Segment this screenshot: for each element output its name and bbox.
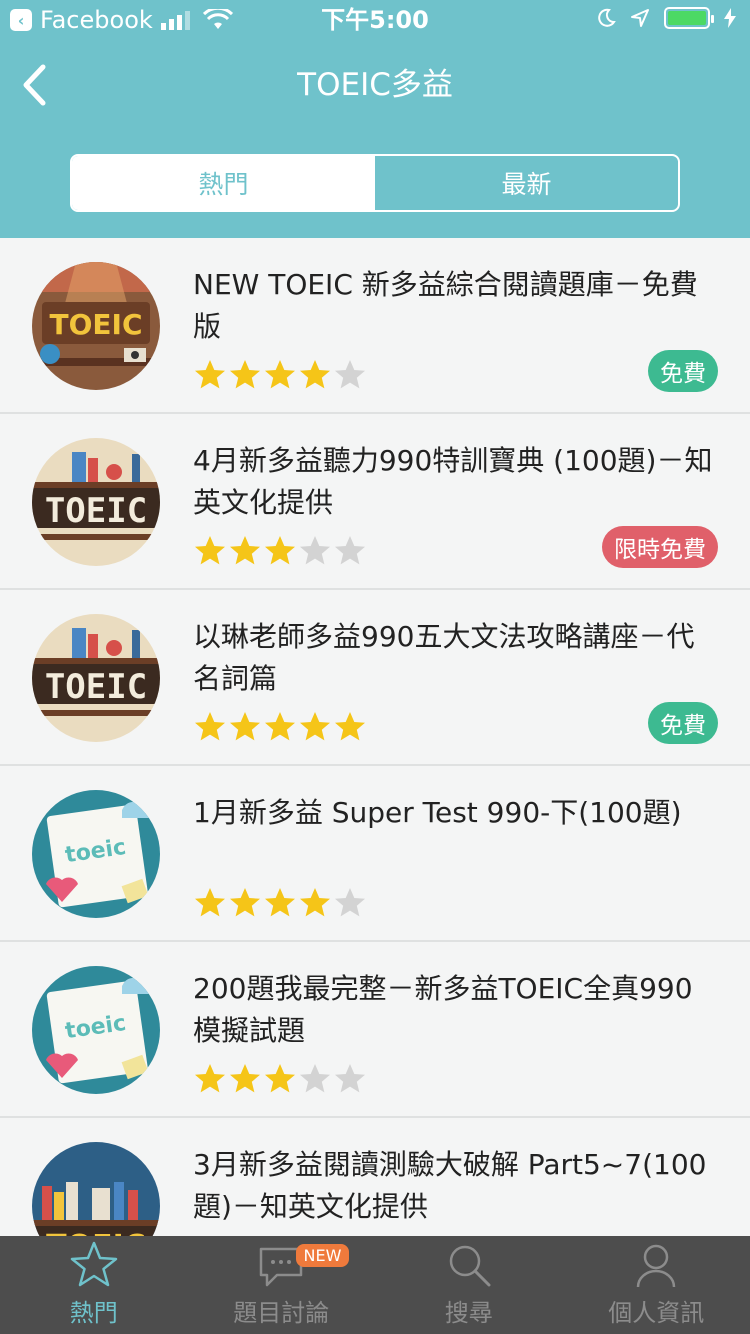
star-rating (193, 710, 367, 744)
item-title: 以琳老師多益990五大文法攻略講座－代名詞篇 (193, 620, 695, 695)
segment-hot[interactable]: 熱門 (72, 156, 375, 210)
price-badge: 免費 (648, 702, 718, 744)
item-title: 200題我最完整－新多益TOEIC全真990模擬試題 (193, 972, 693, 1047)
star-filled-icon (230, 712, 260, 741)
svg-text:TOEIC: TOEIC (45, 667, 147, 707)
person-icon (637, 1244, 676, 1288)
star-filled-icon (335, 712, 365, 741)
status-right (596, 7, 736, 29)
list-item[interactable]: toeic 1月新多益 Super Test 990-下(100題) (0, 766, 750, 942)
star-filled-icon (300, 712, 330, 741)
tab-bar: 熱門 NEW 題目討論 搜尋 個人資訊 (0, 1236, 750, 1334)
star-filled-icon (230, 360, 260, 389)
star-filled-icon (195, 888, 225, 917)
star-filled-icon (195, 1064, 225, 1093)
star-empty-icon (300, 1064, 330, 1093)
list-item[interactable]: toeic 200題我最完整－新多益TOEIC全真990模擬試題 (0, 942, 750, 1118)
charging-bolt-icon (724, 8, 736, 28)
tab-search[interactable]: 搜尋 (375, 1236, 563, 1334)
item-title: 1月新多益 Super Test 990-下(100題) (193, 796, 682, 829)
thumbnail-toeic-shelf: TOEIC (32, 438, 160, 566)
price-badge: 免費 (648, 350, 718, 392)
star-empty-icon (300, 536, 330, 565)
list-item[interactable]: TOEIC 以琳老師多益990五大文法攻略講座－代名詞篇 免費 (0, 590, 750, 766)
item-title: 4月新多益聽力990特訓寶典 (100題)－知英文化提供 (193, 444, 713, 519)
star-filled-icon (300, 360, 330, 389)
thumbnail-toeic-sign: TOEIC (32, 262, 160, 390)
tab-label: 個人資訊 (608, 1299, 705, 1327)
battery-icon (664, 7, 714, 29)
star-filled-icon (230, 1064, 260, 1093)
star-filled-icon (230, 536, 260, 565)
star-empty-icon (335, 536, 365, 565)
moon-icon (598, 8, 616, 27)
star-filled-icon (265, 888, 295, 917)
star-empty-icon (335, 888, 365, 917)
list-item[interactable]: TOEIC 4月新多益聽力990特訓寶典 (100題)－知英文化提供 限時免費 (0, 414, 750, 590)
star-icon (70, 1241, 117, 1287)
svg-text:TOEIC: TOEIC (50, 308, 143, 341)
list-item[interactable]: TOEIC 3月新多益閱讀測驗大破解 Part5~7(100題)－知英文化提供 (0, 1118, 750, 1236)
status-bar: ‹ Facebook 下午5:00 (0, 0, 750, 40)
thumbnail-toeic-shelf: TOEIC (32, 614, 160, 742)
page-title: TOEIC多益 (297, 67, 453, 103)
thumbnail-toeic-books: TOEIC (32, 1142, 160, 1236)
star-rating (193, 534, 367, 568)
item-title: 3月新多益閱讀測驗大破解 Part5~7(100題)－知英文化提供 (193, 1148, 707, 1223)
tab-profile[interactable]: 個人資訊 (563, 1236, 750, 1334)
header: ‹ Facebook 下午5:00 TOEIC多益 熱門 最新 (0, 0, 750, 238)
location-arrow-icon (631, 9, 649, 27)
star-rating (193, 1062, 367, 1096)
star-filled-icon (265, 536, 295, 565)
thumbnail-toeic-note: toeic (32, 966, 160, 1094)
svg-text:TOEIC: TOEIC (46, 1229, 146, 1236)
new-badge: NEW (295, 1244, 350, 1267)
tab-hot[interactable]: 熱門 (0, 1236, 188, 1334)
star-filled-icon (195, 712, 225, 741)
star-filled-icon (195, 536, 225, 565)
tab-label: 題目討論 (233, 1299, 330, 1327)
item-title: NEW TOEIC 新多益綜合閱讀題庫－免費版 (193, 268, 698, 343)
star-filled-icon (230, 888, 260, 917)
star-rating (193, 358, 367, 392)
thumbnail-toeic-note: toeic (32, 790, 160, 918)
svg-text:TOEIC: TOEIC (45, 491, 147, 531)
star-filled-icon (300, 888, 330, 917)
price-badge: 限時免費 (602, 526, 718, 568)
star-filled-icon (265, 360, 295, 389)
tab-label: 搜尋 (444, 1299, 493, 1327)
star-filled-icon (265, 712, 295, 741)
tab-discussion[interactable]: NEW 題目討論 (188, 1236, 376, 1334)
segmented-control: 熱門 最新 (70, 154, 680, 212)
star-filled-icon (195, 360, 225, 389)
star-empty-icon (335, 1064, 365, 1093)
course-list: TOEIC NEW TOEIC 新多益綜合閱讀題庫－免費版 免費 TOEIC 4… (0, 238, 750, 1236)
star-empty-icon (335, 360, 365, 389)
segment-latest[interactable]: 最新 (375, 156, 678, 210)
list-item[interactable]: TOEIC NEW TOEIC 新多益綜合閱讀題庫－免費版 免費 (0, 238, 750, 414)
search-icon (449, 1245, 491, 1287)
tab-label: 熱門 (69, 1299, 118, 1327)
star-filled-icon (265, 1064, 295, 1093)
star-rating (193, 886, 367, 920)
